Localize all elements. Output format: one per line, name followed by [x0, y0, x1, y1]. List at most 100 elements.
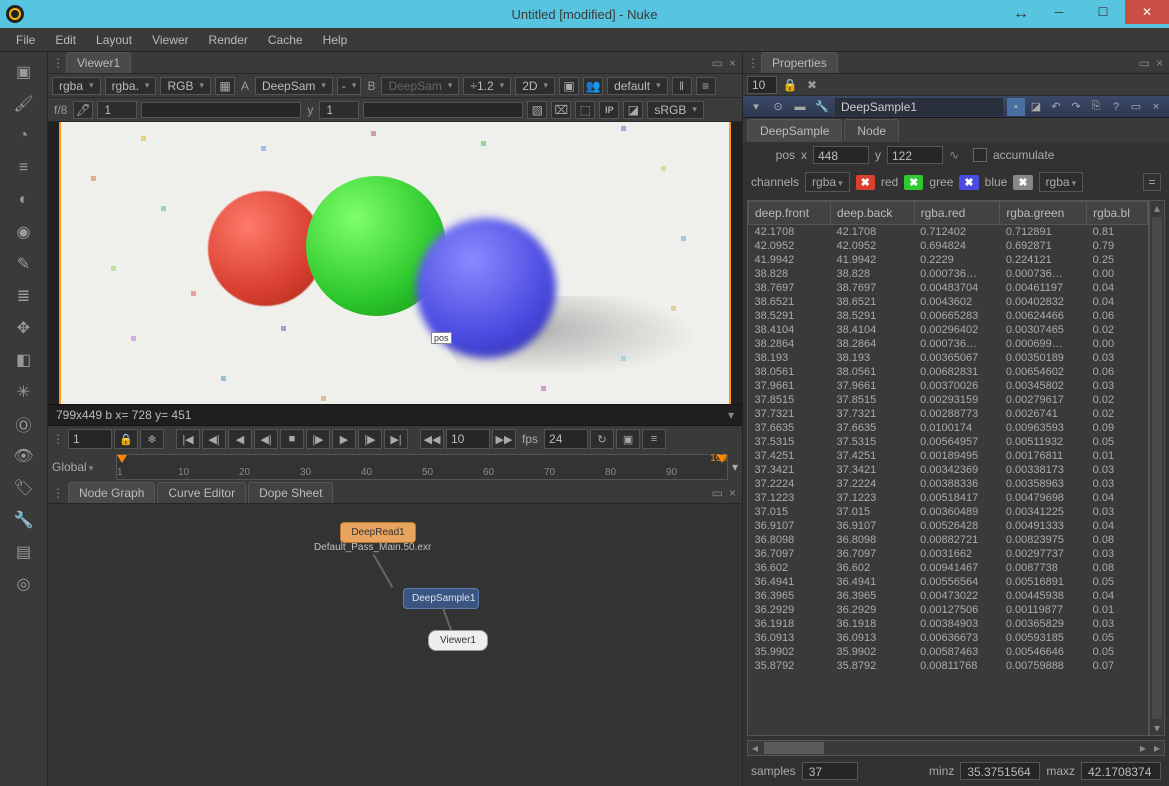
- colorspace-select[interactable]: sRGB: [647, 101, 704, 119]
- spanner-icon[interactable]: 🔧: [813, 98, 831, 116]
- equals-button[interactable]: =: [1143, 173, 1161, 191]
- book-icon[interactable]: ▬: [791, 98, 809, 116]
- panel-float-icon[interactable]: ▭: [712, 56, 723, 70]
- pos-y-field[interactable]: 122: [887, 146, 943, 164]
- lut-icon[interactable]: ◪: [623, 101, 643, 119]
- tab-node[interactable]: Node: [844, 119, 899, 142]
- bottom-float-icon[interactable]: ▭: [712, 486, 723, 500]
- table-row[interactable]: 35.879235.87920.008117680.007598880.07: [749, 659, 1148, 673]
- samples-field[interactable]: 37: [802, 762, 858, 780]
- list-tool-icon[interactable]: ▤: [10, 538, 38, 566]
- alpha-tool-icon[interactable]: Ⓞ: [10, 410, 38, 438]
- collapse-icon[interactable]: ▾: [747, 98, 765, 116]
- table-row[interactable]: 35.990235.99020.005874630.005466460.05: [749, 645, 1148, 659]
- menu-render[interactable]: Render: [201, 30, 256, 50]
- flare-tool-icon[interactable]: ✳: [10, 378, 38, 406]
- green-chip-icon[interactable]: ✖: [904, 175, 923, 190]
- undo-icon[interactable]: ↶: [1047, 98, 1065, 116]
- layers-tool-icon[interactable]: ≣: [10, 282, 38, 310]
- menu-edit[interactable]: Edit: [47, 30, 84, 50]
- tab-nodegraph[interactable]: Node Graph: [68, 482, 155, 503]
- roi-icon[interactable]: ⬚: [575, 101, 595, 119]
- snowflake-icon[interactable]: ❄: [140, 429, 164, 449]
- panel-close-icon[interactable]: ×: [729, 56, 736, 70]
- table-row[interactable]: 37.851537.85150.002931590.002796170.02: [749, 393, 1148, 407]
- pos-x-field[interactable]: 448: [813, 146, 869, 164]
- input-a-select[interactable]: DeepSam: [255, 77, 333, 95]
- scroll-left-icon[interactable]: ◂: [748, 741, 762, 755]
- table-row[interactable]: 36.494136.49410.005565640.005168910.05: [749, 575, 1148, 589]
- current-frame-field[interactable]: 1: [68, 429, 112, 449]
- loop-icon[interactable]: ↻: [590, 429, 614, 449]
- skip-back-button[interactable]: ◀◀: [420, 429, 444, 449]
- input-a-dash[interactable]: -: [337, 77, 362, 95]
- gamma-slider[interactable]: [363, 102, 523, 118]
- column-header[interactable]: rgba.bl: [1087, 202, 1148, 225]
- status-dropdown-icon[interactable]: ▾: [728, 408, 734, 422]
- table-row[interactable]: 36.60236.6020.009414670.00877380.08: [749, 561, 1148, 575]
- samples-table[interactable]: deep.frontdeep.backrgba.redrgba.greenrgb…: [747, 200, 1149, 736]
- first-frame-button[interactable]: |◀: [176, 429, 200, 449]
- clear-all-icon[interactable]: ✖: [803, 76, 821, 94]
- edit-tool-icon[interactable]: ✎: [10, 250, 38, 278]
- playback-handle-icon[interactable]: ⋮: [52, 432, 66, 446]
- table-row[interactable]: 42.095242.09520.6948240.6928710.79: [749, 239, 1148, 253]
- node-viewer[interactable]: Viewer1: [428, 630, 488, 651]
- red-chip-icon[interactable]: ✖: [856, 175, 875, 190]
- table-row[interactable]: 38.82838.8280.000736…0.000736…0.00: [749, 267, 1148, 281]
- table-row[interactable]: 36.709736.70970.00316620.002977370.03: [749, 547, 1148, 561]
- table-row[interactable]: 36.809836.80980.008827210.008239750.08: [749, 533, 1148, 547]
- column-header[interactable]: rgba.green: [1000, 202, 1087, 225]
- panel-handle-icon[interactable]: ⋮: [52, 56, 66, 70]
- menu-layout[interactable]: Layout: [88, 30, 140, 50]
- close-node-icon[interactable]: ×: [1147, 98, 1165, 116]
- play-mode-icon[interactable]: ▣: [616, 429, 640, 449]
- lines-tool-icon[interactable]: ≡: [10, 154, 38, 182]
- node-name-field[interactable]: DeepSample1: [835, 98, 1003, 116]
- wipe-icon[interactable]: ▦: [215, 77, 235, 95]
- scroll-end-icon[interactable]: ▸: [1150, 741, 1164, 755]
- table-row[interactable]: 36.292936.29290.001275060.001198770.01: [749, 603, 1148, 617]
- table-row[interactable]: 41.994241.99420.22290.2241210.25: [749, 253, 1148, 267]
- table-row[interactable]: 36.910736.91070.005264280.004913330.04: [749, 519, 1148, 533]
- table-row[interactable]: 36.396536.39650.004730220.004459380.04: [749, 589, 1148, 603]
- channels-select[interactable]: rgba: [805, 172, 850, 192]
- skip-fwd-button[interactable]: ▶▶: [492, 429, 516, 449]
- wrench-tool-icon[interactable]: 🔧: [10, 506, 38, 534]
- center-node-icon[interactable]: ⊙: [769, 98, 787, 116]
- minz-field[interactable]: 35.3751564: [960, 762, 1040, 780]
- table-row[interactable]: 38.410438.41040.002964020.003074650.02: [749, 323, 1148, 337]
- bottom-close-icon[interactable]: ×: [729, 486, 736, 500]
- move-tool-icon[interactable]: ✥: [10, 314, 38, 342]
- table-row[interactable]: 38.19338.1930.003650670.003501890.03: [749, 351, 1148, 365]
- clock-tool-icon[interactable]: ◔: [10, 122, 38, 150]
- prop-close-icon[interactable]: ×: [1156, 56, 1163, 70]
- table-row[interactable]: 37.122337.12230.005184170.004796980.04: [749, 491, 1148, 505]
- table-row[interactable]: 37.966137.96610.003700260.003458020.03: [749, 379, 1148, 393]
- column-header[interactable]: deep.front: [749, 202, 831, 225]
- blue-chip-icon[interactable]: ✖: [959, 175, 978, 190]
- channels-select-2[interactable]: rgba.: [105, 77, 157, 95]
- node-deepsample[interactable]: DeepSample1: [403, 588, 479, 609]
- hemisphere-tool-icon[interactable]: ◐: [10, 186, 38, 214]
- brush-tool-icon[interactable]: 🖌: [10, 90, 38, 118]
- gamma-field[interactable]: 1: [319, 101, 359, 119]
- table-row[interactable]: 38.056138.05610.006828310.006546020.06: [749, 365, 1148, 379]
- tab-curveeditor[interactable]: Curve Editor: [157, 482, 246, 503]
- tag-tool-icon[interactable]: 🏷: [10, 474, 38, 502]
- table-row[interactable]: 36.191836.19180.003849030.003658290.03: [749, 617, 1148, 631]
- table-row[interactable]: 37.531537.53150.005649570.005119320.05: [749, 435, 1148, 449]
- maxz-field[interactable]: 42.1708374: [1081, 762, 1161, 780]
- anim-curve-icon[interactable]: ∿: [949, 148, 967, 162]
- table-row[interactable]: 36.091336.09130.006366730.005931850.05: [749, 631, 1148, 645]
- tab-properties[interactable]: Properties: [761, 52, 838, 73]
- zoom-select[interactable]: ÷1.2: [463, 77, 511, 95]
- dim-select[interactable]: 2D: [515, 77, 555, 95]
- menu-help[interactable]: Help: [315, 30, 356, 50]
- camera-select[interactable]: default: [607, 77, 668, 95]
- node-graph-canvas[interactable]: DeepRead1 Default_Pass_Main.50.exr DeepS…: [48, 504, 742, 786]
- table-row[interactable]: 38.286438.28640.000736…0.000699…0.00: [749, 337, 1148, 351]
- bottom-handle-icon[interactable]: ⋮: [52, 486, 66, 500]
- tab-dopesheet[interactable]: Dope Sheet: [248, 482, 333, 503]
- range-menu-icon[interactable]: ▾: [732, 460, 738, 474]
